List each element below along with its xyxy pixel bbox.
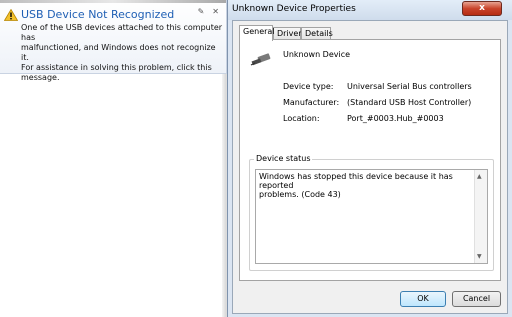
scroll-up-icon[interactable]: ▲ xyxy=(477,173,482,180)
notification-controls: ✎ ✕ xyxy=(190,7,219,16)
device-status-textbox[interactable]: Windows has stopped this device because … xyxy=(255,169,488,264)
warning-triangle-icon xyxy=(4,9,18,21)
device-status-group: Device status Windows has stopped this d… xyxy=(249,154,494,271)
device-name: Unknown Device xyxy=(283,50,351,59)
message-line: For assistance in solving this problem, … xyxy=(21,63,212,72)
manufacturer-value: (Standard USB Host Controller) xyxy=(347,98,472,107)
message-line: message. xyxy=(21,73,60,82)
close-icon[interactable]: ✕ xyxy=(212,7,219,16)
message-line: One of the USB devices attached to this … xyxy=(21,23,223,42)
usb-plug-icon xyxy=(250,53,271,66)
device-type-label: Device type: xyxy=(283,82,334,91)
general-tab-panel: Unknown Device Device type: Universal Se… xyxy=(239,39,501,281)
tab-general[interactable]: General xyxy=(239,25,275,41)
dialog-client-area: General Driver Details Unknown Device De… xyxy=(232,20,508,314)
dialog-title: Unknown Device Properties xyxy=(232,4,356,14)
pin-icon[interactable]: ✎ xyxy=(198,7,205,16)
balloon-top-edge xyxy=(0,0,226,3)
dialog-close-button[interactable]: x xyxy=(462,1,502,16)
scroll-down-icon[interactable]: ▼ xyxy=(477,253,482,260)
notification-balloon[interactable]: USB Device Not Recognized ✎ ✕ One of the … xyxy=(0,0,227,82)
notification-message[interactable]: One of the USB devices attached to this … xyxy=(21,23,224,83)
device-status-text: Windows has stopped this device because … xyxy=(259,172,469,199)
status-line: Windows has stopped this device because … xyxy=(259,172,453,190)
properties-dialog: Unknown Device Properties x General Driv… xyxy=(227,0,512,317)
location-label: Location: xyxy=(283,114,320,123)
message-line: malfunctioned, and Windows does not reco… xyxy=(21,43,216,62)
status-scrollbar[interactable]: ▲ ▼ xyxy=(474,170,487,263)
dialog-titlebar[interactable]: Unknown Device Properties x xyxy=(228,0,512,20)
location-value: Port_#0003.Hub_#0003 xyxy=(347,114,444,123)
status-line: problems. (Code 43) xyxy=(259,190,341,199)
device-type-value: Universal Serial Bus controllers xyxy=(347,82,472,91)
notification-title[interactable]: USB Device Not Recognized xyxy=(21,8,174,21)
ok-button[interactable]: OK xyxy=(400,291,446,307)
device-status-label: Device status xyxy=(254,154,313,163)
manufacturer-label: Manufacturer: xyxy=(283,98,340,107)
cancel-button[interactable]: Cancel xyxy=(452,291,501,307)
